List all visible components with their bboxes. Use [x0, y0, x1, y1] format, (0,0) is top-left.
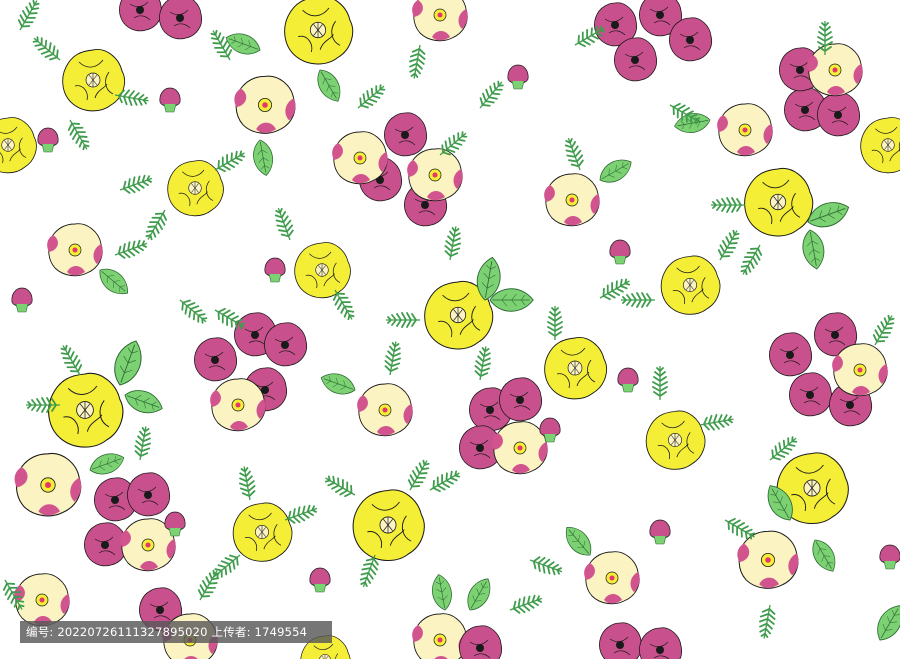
floral-pattern-canvas: 编号: 20220726111327895020 上传者: 1749554 [0, 0, 900, 659]
caption-text: 编号: 20220726111327895020 上传者: 1749554 [26, 625, 308, 639]
caption-bar: 编号: 20220726111327895020 上传者: 1749554 [20, 621, 332, 643]
floral-pattern [0, 0, 900, 659]
